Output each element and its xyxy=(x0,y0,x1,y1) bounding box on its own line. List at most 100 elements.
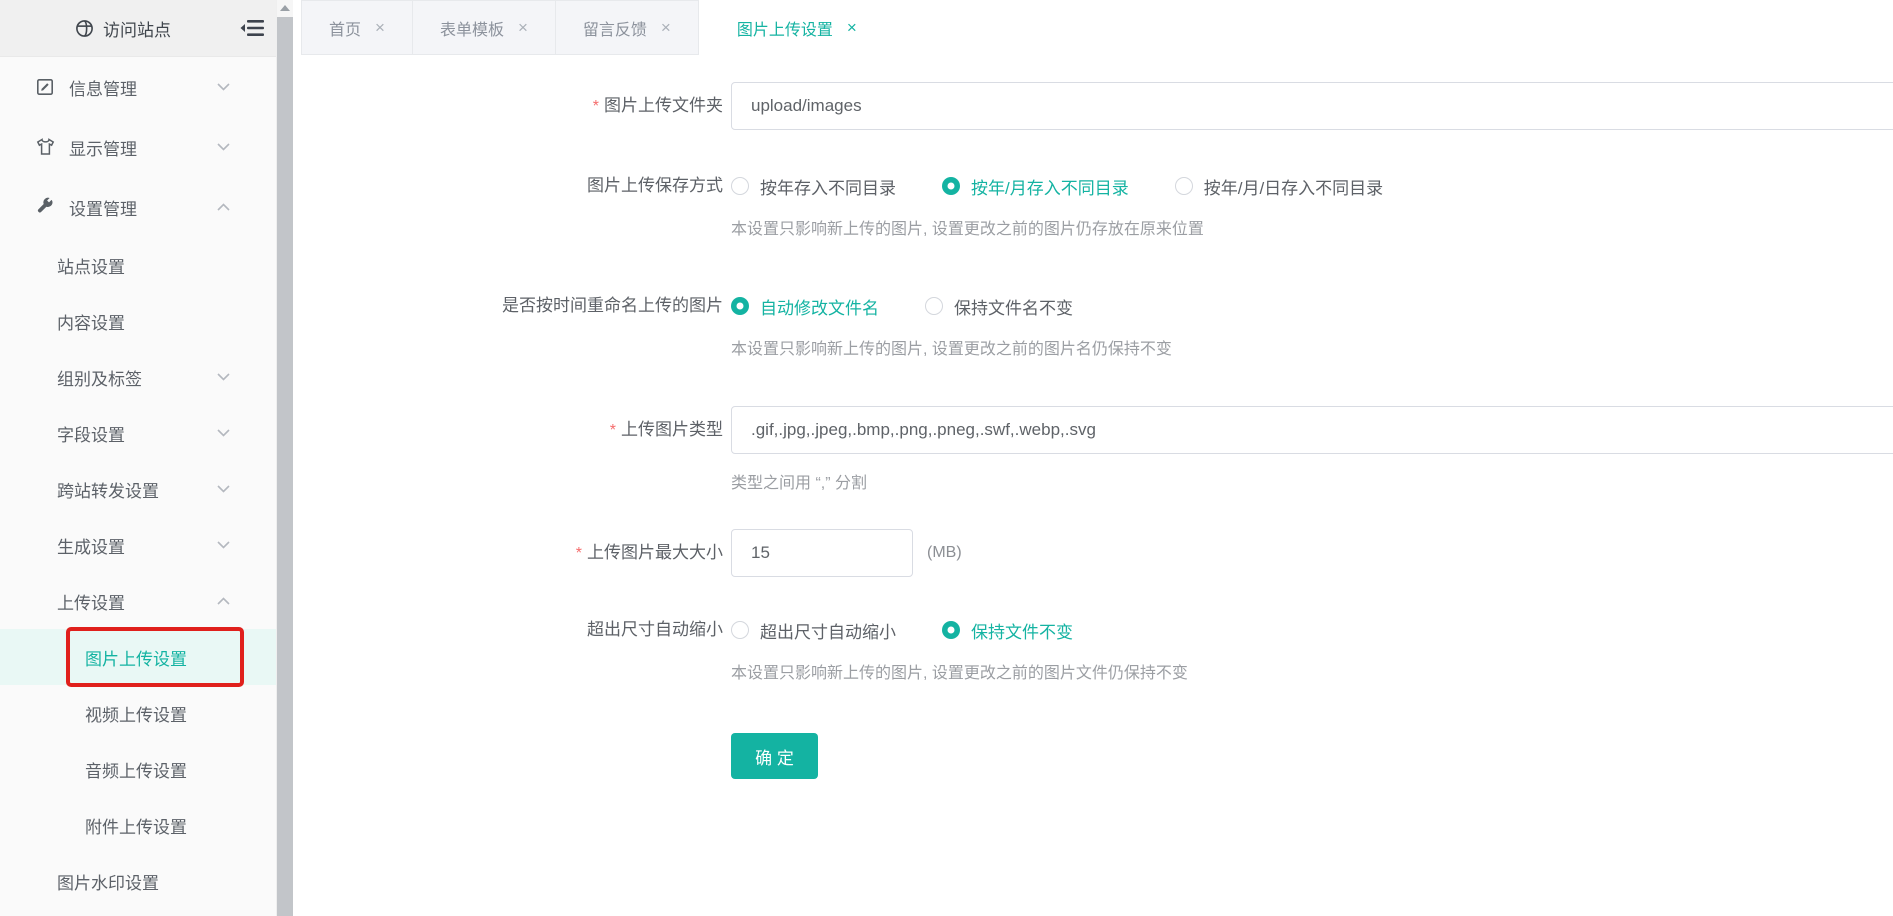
radio-by-year[interactable]: 按年存入不同目录 xyxy=(731,174,896,199)
sidebar-item-settings-management[interactable]: 设置管理 xyxy=(0,177,276,237)
tshirt-icon xyxy=(35,137,56,158)
chevron-down-icon xyxy=(217,83,230,91)
form-row-oversize-mode: 超出尺寸自动缩小 超出尺寸自动缩小 保持文件不变 本设置只影响新上传的图片, 设 xyxy=(293,616,1893,686)
sidebar-item-label: 上传设置 xyxy=(57,589,125,614)
sidebar-item-info-management[interactable]: 信息管理 xyxy=(0,57,276,117)
chevron-down-icon xyxy=(217,541,230,549)
radio-icon xyxy=(925,297,943,315)
sidebar-item-label: 显示管理 xyxy=(69,135,137,160)
sidebar-item-groups-tags[interactable]: 组别及标签 xyxy=(0,349,276,405)
help-text: 本设置只影响新上传的图片, 设置更改之前的图片仍存放在原来位置 xyxy=(731,218,1893,242)
globe-icon xyxy=(75,19,94,38)
sidebar-scrollbar xyxy=(276,0,293,916)
tab-label: 表单模板 xyxy=(440,16,504,40)
radio-icon xyxy=(1175,177,1193,195)
field-label-spacer xyxy=(293,733,731,779)
sidebar-item-field-settings[interactable]: 字段设置 xyxy=(0,405,276,461)
sidebar-item-label: 跨站转发设置 xyxy=(57,477,159,502)
radio-label: 按年/月/日存入不同目录 xyxy=(1204,174,1383,199)
max-size-input[interactable] xyxy=(731,529,913,577)
scrollbar-up-arrow[interactable] xyxy=(277,0,293,16)
tab-home[interactable]: 首页 × xyxy=(301,0,413,55)
sidebar-item-site-settings[interactable]: 站点设置 xyxy=(0,237,276,293)
form-row-submit: 确 定 xyxy=(293,733,1893,779)
sidebar-header: 访问站点 xyxy=(0,0,276,57)
radio-by-year-month-day[interactable]: 按年/月/日存入不同目录 xyxy=(1175,174,1383,199)
required-marker: * xyxy=(610,422,616,439)
field-label: 是否按时间重命名上传的图片 xyxy=(293,292,731,362)
radio-checked-icon xyxy=(942,177,960,195)
chevron-down-icon xyxy=(217,485,230,493)
tab-image-upload-settings[interactable]: 图片上传设置 × xyxy=(699,0,895,55)
sidebar-item-label: 内容设置 xyxy=(57,309,125,334)
radio-by-year-month[interactable]: 按年/月存入不同目录 xyxy=(942,174,1129,199)
confirm-button[interactable]: 确 定 xyxy=(731,733,818,779)
sidebar-item-content-settings[interactable]: 内容设置 xyxy=(0,293,276,349)
tab-bar: 首页 × 表单模板 × 留言反馈 × 图片上传设置 × xyxy=(293,0,1893,55)
sidebar-item-label: 附件上传设置 xyxy=(85,813,187,838)
form-row-upload-folder: *图片上传文件夹 xyxy=(293,82,1893,131)
sidebar-item-image-upload-settings[interactable]: 图片上传设置 xyxy=(0,629,276,685)
sidebar-item-label: 信息管理 xyxy=(69,75,137,100)
chevron-up-icon xyxy=(217,203,230,211)
tab-close-icon[interactable]: × xyxy=(661,18,671,38)
radio-label: 按年/月存入不同目录 xyxy=(971,174,1129,199)
field-label: *上传图片最大大小 xyxy=(293,529,731,578)
scrollbar-thumb[interactable] xyxy=(277,17,294,916)
tab-feedback[interactable]: 留言反馈 × xyxy=(556,0,699,55)
app-window: 访问站点 信息管理 xyxy=(0,0,1893,916)
chevron-up-icon xyxy=(217,597,230,605)
radio-keep-filename[interactable]: 保持文件名不变 xyxy=(925,294,1073,319)
tab-form-template[interactable]: 表单模板 × xyxy=(413,0,556,55)
sidebar-item-label: 图片水印设置 xyxy=(57,869,159,894)
sidebar-item-label: 字段设置 xyxy=(57,421,125,446)
radio-label: 自动修改文件名 xyxy=(760,294,879,319)
field-label: *上传图片类型 xyxy=(293,406,731,496)
field-label: 图片上传保存方式 xyxy=(293,172,731,242)
radio-icon xyxy=(731,177,749,195)
radio-auto-rename[interactable]: 自动修改文件名 xyxy=(731,294,879,319)
sidebar-item-label: 图片上传设置 xyxy=(85,645,187,670)
form-row-save-mode: 图片上传保存方式 按年存入不同目录 按年/月存入不同目录 xyxy=(293,172,1893,242)
tab-close-icon[interactable]: × xyxy=(518,18,528,38)
visit-site-label: 访问站点 xyxy=(103,16,171,41)
tab-close-icon[interactable]: × xyxy=(375,18,385,38)
upload-folder-input[interactable] xyxy=(731,82,1893,130)
main-area: 首页 × 表单模板 × 留言反馈 × 图片上传设置 × *图片上传文件夹 xyxy=(293,0,1893,916)
tab-close-icon[interactable]: × xyxy=(847,18,857,38)
radio-label: 按年存入不同目录 xyxy=(760,174,896,199)
menu-fold-icon[interactable] xyxy=(240,17,266,39)
field-label: *图片上传文件夹 xyxy=(293,82,731,131)
radio-icon xyxy=(731,621,749,639)
sidebar-item-label: 音频上传设置 xyxy=(85,757,187,782)
sidebar-item-label: 组别及标签 xyxy=(57,365,142,390)
sidebar: 访问站点 信息管理 xyxy=(0,0,276,916)
visit-site-link[interactable]: 访问站点 xyxy=(75,16,171,41)
image-types-input[interactable] xyxy=(731,406,1893,454)
radio-auto-shrink[interactable]: 超出尺寸自动缩小 xyxy=(731,618,896,643)
radio-label: 保持文件不变 xyxy=(971,618,1073,643)
radio-checked-icon xyxy=(942,621,960,639)
field-label: 超出尺寸自动缩小 xyxy=(293,616,731,686)
tab-label: 留言反馈 xyxy=(583,16,647,40)
help-text: 类型之间用 “,” 分割 xyxy=(731,472,1893,496)
sidebar-item-generation-settings[interactable]: 生成设置 xyxy=(0,517,276,573)
sidebar-item-audio-upload-settings[interactable]: 音频上传设置 xyxy=(0,741,276,797)
form-row-rename-mode: 是否按时间重命名上传的图片 自动修改文件名 保持文件名不变 本设置只影响新上传的 xyxy=(293,292,1893,362)
radio-label: 超出尺寸自动缩小 xyxy=(760,618,896,643)
help-text: 本设置只影响新上传的图片, 设置更改之前的图片文件仍保持不变 xyxy=(731,662,1893,686)
radio-checked-icon xyxy=(731,297,749,315)
sidebar-item-label: 设置管理 xyxy=(69,195,137,220)
sidebar-item-label: 生成设置 xyxy=(57,533,125,558)
edit-square-icon xyxy=(35,77,56,98)
wrench-icon xyxy=(35,197,56,218)
sidebar-item-crosssite-forward-settings[interactable]: 跨站转发设置 xyxy=(0,461,276,517)
form-row-max-size: *上传图片最大大小 (MB) xyxy=(293,529,1893,578)
sidebar-item-upload-settings[interactable]: 上传设置 xyxy=(0,573,276,629)
sidebar-item-attachment-upload-settings[interactable]: 附件上传设置 xyxy=(0,797,276,853)
sidebar-item-image-watermark-settings[interactable]: 图片水印设置 xyxy=(0,853,276,909)
sidebar-item-video-upload-settings[interactable]: 视频上传设置 xyxy=(0,685,276,741)
radio-keep-file[interactable]: 保持文件不变 xyxy=(942,618,1073,643)
sidebar-item-display-management[interactable]: 显示管理 xyxy=(0,117,276,177)
sidebar-item-label: 视频上传设置 xyxy=(85,701,187,726)
